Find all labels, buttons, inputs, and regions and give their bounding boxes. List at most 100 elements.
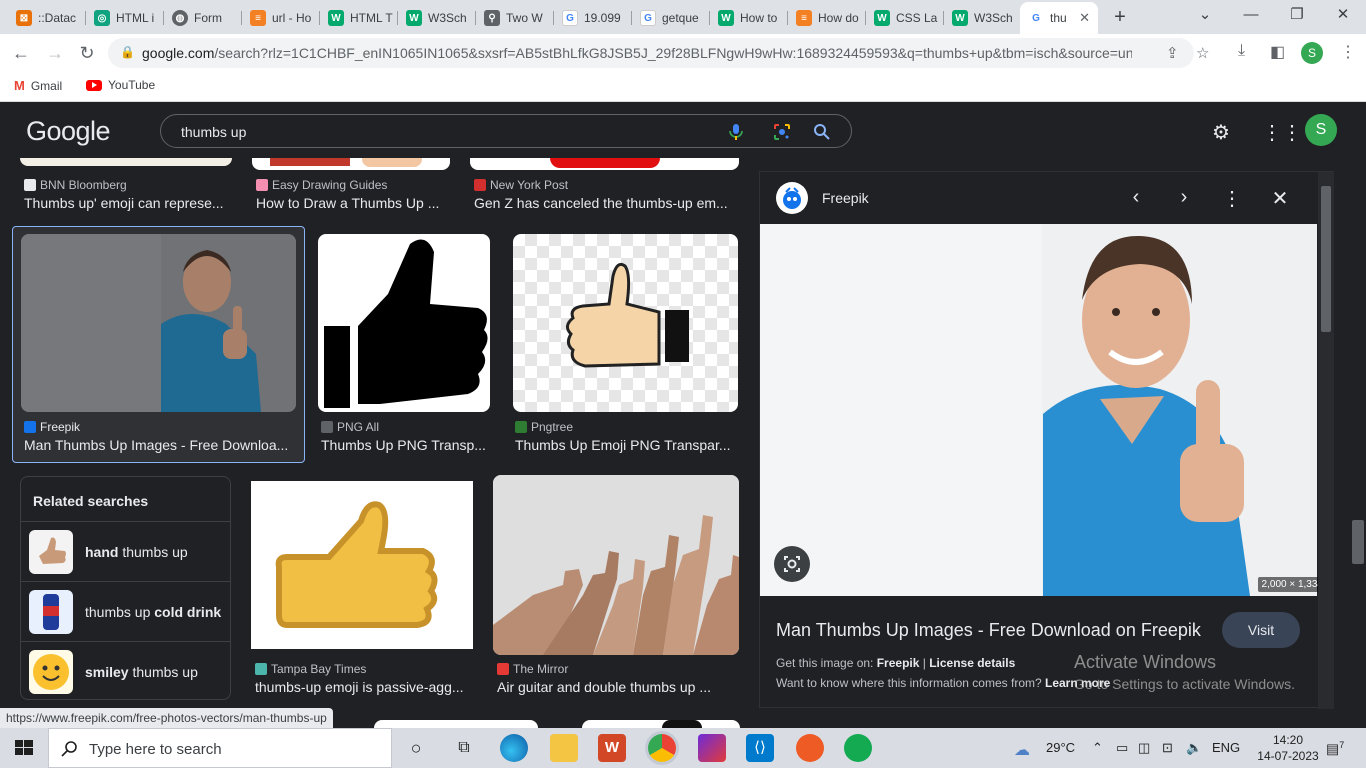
freepik-logo[interactable] [776, 182, 808, 214]
wps-office-icon[interactable]: W [598, 734, 626, 762]
result-image-man-thumbs-up[interactable] [21, 234, 296, 412]
settings-gear-icon[interactable]: ⚙ [1212, 120, 1230, 145]
share-icon[interactable]: ⇪ [1166, 44, 1179, 62]
tab-active[interactable]: Gthu ✕ [1020, 2, 1098, 34]
tab-1[interactable]: ⊠::Datac [8, 4, 86, 32]
chrome-icon[interactable] [648, 734, 676, 762]
google-logo[interactable]: Google [26, 116, 111, 147]
result-image-many-thumbs[interactable] [493, 475, 739, 655]
volume-muted-icon[interactable]: 🔈 [1186, 740, 1202, 756]
related-item-smiley[interactable]: smiley thumbs up [21, 641, 230, 701]
close-icon[interactable]: ✕ [1268, 186, 1292, 211]
result-image[interactable] [252, 158, 450, 170]
tab-13[interactable]: W W3Sch [944, 4, 1020, 32]
result-title[interactable]: Man Thumbs Up Images - Free Downloa... [24, 437, 296, 453]
result-image-yellow-thumb[interactable] [251, 481, 473, 649]
result-source[interactable]: PNG All [321, 420, 379, 434]
address-bar[interactable]: 🔒 google.com/search?rlz=1C1CHBF_enIN1065… [108, 38, 1209, 68]
page-scrollbar[interactable] [1350, 102, 1366, 728]
account-avatar[interactable]: S [1305, 114, 1337, 146]
result-source[interactable]: BNN Bloomberg [24, 178, 127, 192]
forward-button[interactable]: → [42, 40, 68, 66]
search-box[interactable]: thumbs up [160, 114, 852, 148]
app-icon[interactable] [698, 734, 726, 762]
clock[interactable]: 14:20 14-07-2023 [1256, 732, 1320, 764]
side-panel-icon[interactable]: ◧ [1270, 42, 1285, 62]
result-title[interactable]: Thumbs Up PNG Transp... [321, 437, 491, 453]
tab-6[interactable]: W W3Sch [398, 4, 476, 32]
network-icon[interactable]: ⊡ [1162, 740, 1173, 756]
result-image[interactable] [470, 158, 739, 170]
tab-11[interactable]: ≡ How do [788, 4, 866, 32]
battery-icon[interactable]: ▭ [1116, 740, 1128, 756]
result-image[interactable] [20, 158, 232, 166]
result-source[interactable]: The Mirror [497, 662, 568, 676]
result-title[interactable]: Thumbs Up Emoji PNG Transpar... [515, 437, 735, 453]
back-button[interactable]: ← [8, 40, 34, 66]
minimize-button[interactable]: — [1228, 0, 1274, 30]
close-tab-icon[interactable]: ✕ [1079, 10, 1090, 26]
tab-8[interactable]: G 19.099 [554, 4, 632, 32]
tray-chevron-icon[interactable]: ⌃ [1092, 740, 1103, 756]
panel-scrollbar[interactable] [1318, 172, 1334, 709]
cortana-icon[interactable]: ○ [402, 734, 430, 762]
result-source[interactable]: Easy Drawing Guides [256, 178, 387, 192]
bookmark-gmail[interactable]: M Gmail [14, 78, 62, 93]
maximize-button[interactable]: ❐ [1274, 0, 1320, 30]
download-icon[interactable]: ⤓ [1238, 42, 1245, 60]
license-details-link[interactable]: License details [929, 656, 1015, 670]
result-title[interactable]: Thumbs up' emoji can represe... [24, 195, 232, 211]
close-window-button[interactable]: ✕ [1320, 0, 1366, 30]
profile-avatar[interactable]: S [1301, 42, 1323, 64]
search-input[interactable]: thumbs up [181, 124, 246, 140]
get-site-link[interactable]: Freepik [877, 656, 920, 670]
result-title[interactable]: Air guitar and double thumbs up ... [497, 679, 735, 695]
display-icon[interactable]: ◫ [1138, 740, 1150, 756]
related-item-hand[interactable]: hand thumbs up [21, 521, 230, 581]
bookmark-youtube[interactable]: YouTube [86, 78, 155, 92]
visit-button[interactable]: Visit [1222, 612, 1300, 648]
tab-10[interactable]: W How to [710, 4, 788, 32]
postman-icon[interactable] [796, 734, 824, 762]
new-tab-button[interactable]: + [1108, 6, 1132, 30]
previous-chevron-icon[interactable]: ‹ [1124, 186, 1148, 209]
panel-scrollbar-thumb[interactable] [1321, 186, 1331, 332]
language-indicator[interactable]: ENG [1212, 740, 1240, 755]
related-item-cold-drink[interactable]: thumbs up cold drink [21, 581, 230, 641]
lens-icon[interactable] [773, 123, 791, 141]
notifications-icon[interactable]: ▤7 [1326, 740, 1344, 758]
lock-icon[interactable]: 🔒 [120, 45, 135, 59]
tab-4[interactable]: ≡ url - Ho [242, 4, 320, 32]
tab-search-icon[interactable]: ⌄ [1182, 0, 1228, 30]
result-image[interactable] [374, 720, 538, 728]
preview-image[interactable] [760, 224, 1317, 596]
reload-button[interactable]: ↻ [74, 40, 100, 66]
result-source[interactable]: Tampa Bay Times [255, 662, 366, 676]
tab-12[interactable]: W CSS La [866, 4, 944, 32]
result-image-emoji-thumb[interactable] [513, 234, 738, 412]
edge-icon[interactable] [500, 734, 528, 762]
visual-search-lens-button[interactable] [774, 546, 810, 582]
tab-7[interactable]: ⚲ Two W [476, 4, 554, 32]
more-options-icon[interactable]: ⋮ [1220, 186, 1244, 211]
result-source[interactable]: New York Post [474, 178, 568, 192]
task-view-icon[interactable]: ⧉ [450, 734, 478, 762]
result-title[interactable]: thumbs-up emoji is passive-agg... [255, 679, 473, 695]
tab-2[interactable]: ◎ HTML i [86, 4, 164, 32]
menu-kebab-icon[interactable]: ⋮ [1340, 42, 1356, 62]
result-title[interactable]: How to Draw a Thumbs Up ... [256, 195, 446, 211]
vscode-icon[interactable]: ⟨⟩ [746, 734, 774, 762]
tab-9[interactable]: Ggetque [632, 4, 710, 32]
mongodb-compass-icon[interactable] [844, 734, 872, 762]
file-explorer-icon[interactable] [550, 734, 578, 762]
weather-cloud-icon[interactable]: ☁ [1014, 740, 1030, 760]
page-scrollbar-thumb[interactable] [1352, 520, 1364, 564]
result-title[interactable]: Gen Z has canceled the thumbs-up em... [474, 195, 736, 211]
weather-temperature[interactable]: 29°C [1046, 740, 1075, 755]
bookmark-star-icon[interactable]: ☆ [1196, 44, 1209, 62]
preview-title[interactable]: Man Thumbs Up Images - Free Download on … [776, 620, 1201, 641]
mic-icon[interactable] [727, 123, 745, 141]
result-image[interactable] [582, 720, 740, 728]
taskbar-search[interactable]: Type here to search [48, 728, 392, 768]
tab-5[interactable]: W HTML T [320, 4, 398, 32]
